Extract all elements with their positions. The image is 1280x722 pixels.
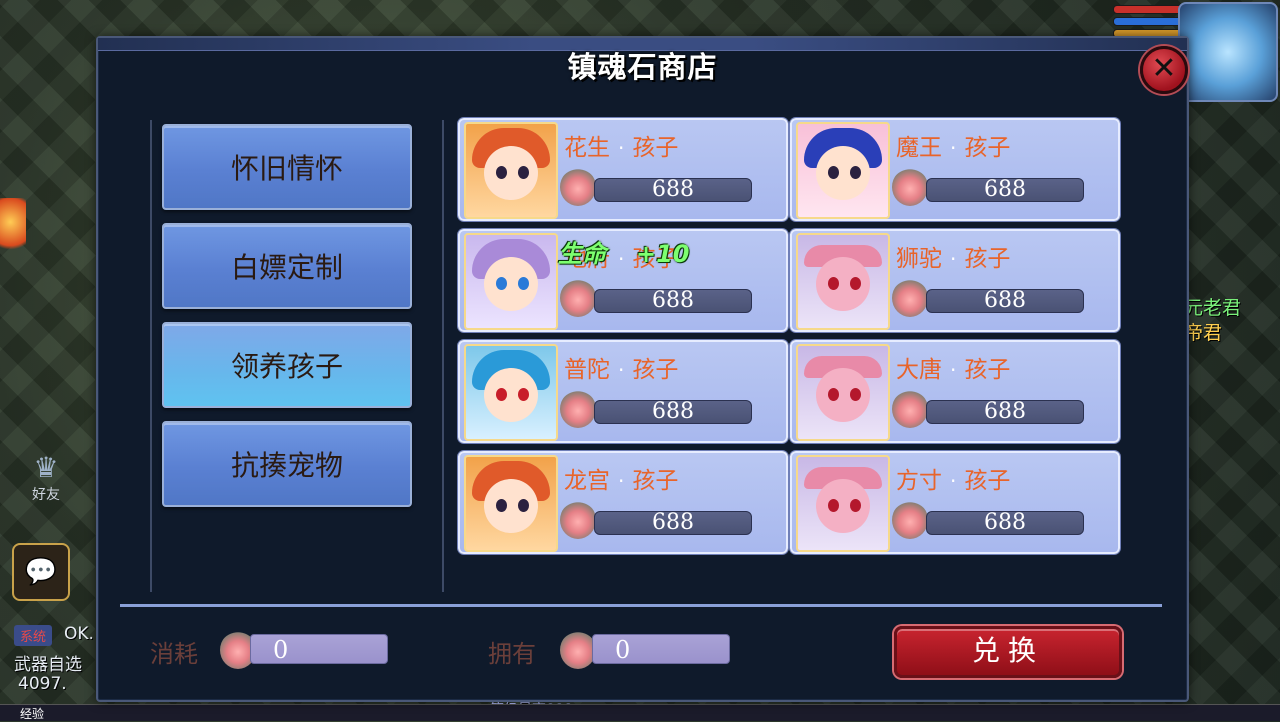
item-price: 688 xyxy=(594,400,752,424)
menu-item-tough-pet[interactable]: 抗揍宠物 xyxy=(162,421,412,507)
menu-item-nostalgia[interactable]: 怀旧情怀 xyxy=(162,124,412,210)
item-suffix: 孩子 xyxy=(632,468,679,494)
exp-label: 经验 xyxy=(20,707,45,721)
menu-item-label: 领养孩子 xyxy=(230,350,343,383)
item-name-text: 方寸 xyxy=(896,468,942,494)
friends-button[interactable]: ♛ 好友 xyxy=(18,452,74,512)
item-name-text: 普陀 xyxy=(564,357,610,383)
soul-stone-shop-dialog: 镇魂石商店 ✕ 怀旧情怀 白嫖定制 领养孩子 抗揍宠物 花生 · 孩子 688 魔王… xyxy=(96,36,1189,702)
floating-stat-label: 生命 xyxy=(558,240,606,268)
item-price: 688 xyxy=(594,289,752,313)
npc-title-label: 帝君 xyxy=(1184,322,1223,344)
child-portrait-icon xyxy=(464,344,558,441)
soul-stone-pouch-icon xyxy=(892,168,928,206)
player-avatar[interactable] xyxy=(1178,2,1278,102)
demon-portrait-icon xyxy=(796,455,890,552)
divider xyxy=(150,120,152,592)
chat-line: 武器自选 xyxy=(14,655,82,675)
item-name-text: 花生 xyxy=(564,135,610,161)
child-portrait-icon xyxy=(464,455,558,552)
soul-stone-pouch-icon xyxy=(892,279,928,317)
floating-stat-value: +10 xyxy=(636,240,690,268)
item-name: 大唐 · 孩子 xyxy=(896,357,1011,383)
demon-portrait-icon xyxy=(796,233,890,330)
soul-stone-pouch-icon xyxy=(560,390,596,428)
item-price: 688 xyxy=(926,289,1084,313)
soul-stone-pouch-icon xyxy=(560,631,596,669)
exp-bar: 经验 xyxy=(0,704,1280,721)
shop-item-card[interactable]: 龙宫 · 孩子 688 xyxy=(458,451,788,554)
child-portrait-icon xyxy=(464,122,558,219)
dialog-title: 镇魂石商店 xyxy=(567,50,718,84)
close-button[interactable]: ✕ xyxy=(1140,46,1188,94)
menu-item-label: 怀旧情怀 xyxy=(230,152,343,185)
shop-item-card[interactable]: 狮驼 · 孩子 688 xyxy=(790,229,1120,332)
npc-name-label: 元老君 xyxy=(1184,297,1242,319)
item-name-text: 大唐 xyxy=(896,357,942,383)
item-suffix: 孩子 xyxy=(632,357,679,383)
item-price: 688 xyxy=(594,178,752,202)
shop-item-card[interactable]: 花生 · 孩子 688 xyxy=(458,118,788,221)
footer-divider xyxy=(120,604,1162,607)
cost-label: 消耗 xyxy=(150,640,198,668)
item-name: 狮驼 · 孩子 xyxy=(896,246,1011,272)
item-price: 688 xyxy=(926,400,1084,424)
item-suffix: 孩子 xyxy=(632,135,679,161)
item-price: 688 xyxy=(594,511,752,535)
divider xyxy=(442,120,444,592)
shop-item-card[interactable]: 方寸 · 孩子 688 xyxy=(790,451,1120,554)
chat-button[interactable]: 💬 xyxy=(12,543,70,601)
floating-stat-text: 生命 +10 xyxy=(558,234,690,269)
soul-stone-pouch-icon xyxy=(892,501,928,539)
item-name: 方寸 · 孩子 xyxy=(896,468,1011,494)
soul-stone-pouch-icon xyxy=(560,501,596,539)
soul-stone-pouch-icon xyxy=(560,168,596,206)
exchange-button[interactable]: 兑换 xyxy=(894,626,1122,678)
owned-label: 拥有 xyxy=(488,640,536,668)
item-name: 普陀 · 孩子 xyxy=(564,357,679,383)
item-name-text: 龙宫 xyxy=(564,468,610,494)
item-name-text: 狮驼 xyxy=(896,246,942,272)
soul-stone-pouch-icon xyxy=(560,279,596,317)
item-name: 龙宫 · 孩子 xyxy=(564,468,679,494)
item-price: 688 xyxy=(926,178,1084,202)
shop-item-grid: 花生 · 孩子 688 魔王 · 孩子 688 地府 · 孩子 688 狮驼 ·… xyxy=(458,118,1120,554)
category-menu: 怀旧情怀 白嫖定制 领养孩子 抗揍宠物 xyxy=(162,124,412,520)
menu-item-label: 抗揍宠物 xyxy=(230,449,343,482)
item-name: 花生 · 孩子 xyxy=(564,135,679,161)
friends-icon: ♛ xyxy=(33,451,59,484)
shop-item-card[interactable]: 普陀 · 孩子 688 xyxy=(458,340,788,443)
menu-item-custom[interactable]: 白嫖定制 xyxy=(162,223,412,309)
shop-item-card[interactable]: 大唐 · 孩子 688 xyxy=(790,340,1120,443)
chat-line: OK. xyxy=(64,624,94,644)
soul-stone-pouch-icon xyxy=(892,390,928,428)
player-status-bars xyxy=(1113,2,1183,38)
item-price: 688 xyxy=(926,511,1084,535)
close-x-icon: ✕ xyxy=(1151,51,1177,86)
shop-item-card[interactable]: 魔王 · 孩子 688 xyxy=(790,118,1120,221)
item-suffix: 孩子 xyxy=(964,357,1011,383)
chat-line: 4097. xyxy=(18,674,67,694)
menu-item-label: 白嫖定制 xyxy=(230,251,343,284)
channel-badge: 系统 xyxy=(14,625,53,646)
item-name: 魔王 · 孩子 xyxy=(896,135,1011,161)
menu-item-adopt-child[interactable]: 领养孩子 xyxy=(162,322,412,408)
mascot-icon[interactable] xyxy=(0,198,26,258)
item-suffix: 孩子 xyxy=(964,246,1011,272)
child-portrait-icon xyxy=(796,122,890,219)
child-portrait-icon xyxy=(464,233,558,330)
friends-label: 好友 xyxy=(32,487,60,503)
item-suffix: 孩子 xyxy=(964,468,1011,494)
item-suffix: 孩子 xyxy=(964,135,1011,161)
owned-value: 0 xyxy=(592,634,730,664)
demon-portrait-icon xyxy=(796,344,890,441)
item-name-text: 魔王 xyxy=(896,135,942,161)
cost-value: 0 xyxy=(250,634,388,664)
chat-bubble-icon: 💬 xyxy=(24,557,58,587)
